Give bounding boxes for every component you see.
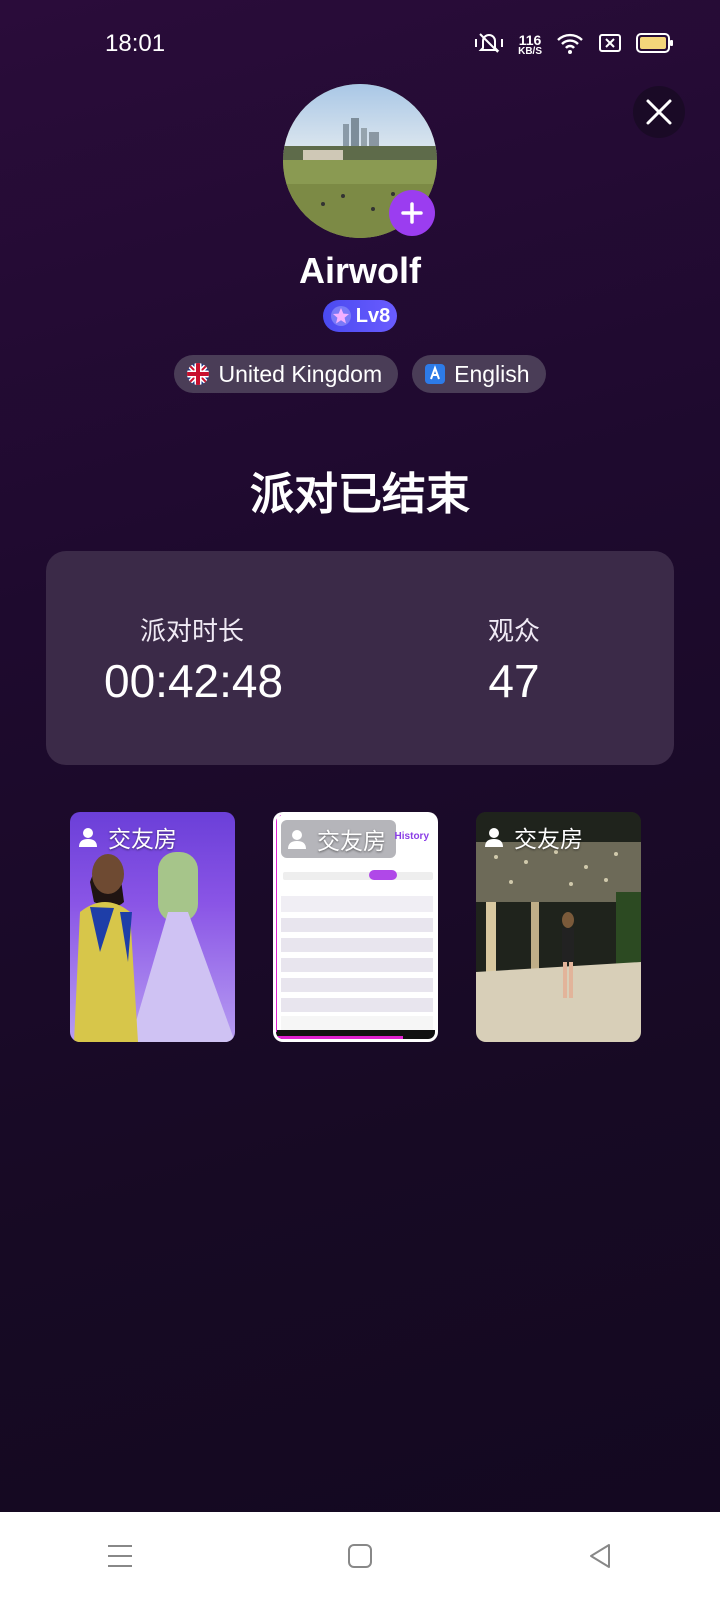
star-icon xyxy=(330,306,351,326)
language-tag: English xyxy=(412,355,546,393)
history-link: History xyxy=(394,831,429,842)
language-label: English xyxy=(454,360,530,387)
home-button[interactable] xyxy=(330,1526,390,1586)
party-ended-title: 派对已结束 xyxy=(250,470,470,519)
wifi-icon xyxy=(556,31,584,60)
mute-icon xyxy=(474,30,504,61)
country-label: United Kingdom xyxy=(218,360,383,387)
home-icon xyxy=(348,1544,372,1568)
room-label-1: 交友房 xyxy=(78,820,177,854)
level-badge: Lv8 xyxy=(323,300,397,332)
system-nav-bar xyxy=(0,1512,720,1600)
username: Airwolf xyxy=(299,250,421,291)
translate-icon xyxy=(425,364,446,384)
back-button[interactable] xyxy=(570,1526,630,1586)
close-button[interactable] xyxy=(633,86,685,138)
duration-label: 派对时长 xyxy=(139,616,244,646)
menu-button[interactable] xyxy=(90,1526,150,1586)
country-tag: United Kingdom xyxy=(174,355,399,393)
audience-label: 观众 xyxy=(487,616,540,646)
room-card-3[interactable]: 交友房 xyxy=(476,812,641,1042)
room-card-1[interactable]: 交友房 xyxy=(70,812,235,1042)
plus-icon xyxy=(401,202,423,224)
level-text: Lv8 xyxy=(355,304,391,327)
network-speed: 116 KB/S xyxy=(518,31,542,57)
audience-stat: 观众 47 xyxy=(464,611,564,708)
close-icon xyxy=(646,99,672,125)
menu-icon xyxy=(108,1545,132,1567)
back-icon xyxy=(590,1544,610,1568)
user-icon xyxy=(485,828,503,847)
sim-off-icon xyxy=(598,32,622,59)
user-icon xyxy=(288,830,306,849)
clock: 18:01 xyxy=(105,30,166,57)
room-card-2[interactable]: 交友房 History xyxy=(273,812,438,1042)
duration-value: 00:42:48 xyxy=(104,655,284,707)
audience-value: 47 xyxy=(488,655,540,707)
room-label-2: 交友房 xyxy=(281,820,396,858)
party-stats-card: 派对时长 00:42:48 观众 47 xyxy=(46,551,674,765)
status-bar: 18:01 116 KB/S xyxy=(0,0,720,90)
add-friend-button[interactable] xyxy=(389,190,435,236)
room-label-3: 交友房 xyxy=(484,820,583,854)
duration-stat: 派对时长 00:42:48 xyxy=(104,611,284,708)
battery-icon xyxy=(636,32,674,59)
user-icon xyxy=(79,828,97,847)
uk-flag-icon xyxy=(187,363,210,385)
